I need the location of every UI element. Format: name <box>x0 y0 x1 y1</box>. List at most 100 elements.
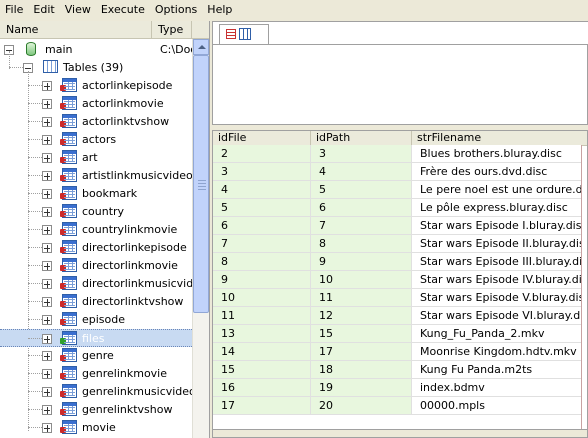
menu-help[interactable]: Help <box>202 0 237 19</box>
expand-icon[interactable] <box>42 369 52 379</box>
cell-idfile[interactable]: 11 <box>213 307 311 325</box>
expand-icon[interactable] <box>42 297 52 307</box>
cell-idpath[interactable]: 10 <box>311 271 412 289</box>
tree-node-table-genrelinkmusicvideo[interactable]: genrelinkmusicvideo <box>0 383 192 401</box>
tree-node-table-directorlinkmovie[interactable]: directorlinkmovie <box>0 257 192 275</box>
cell-strfilename[interactable]: index.bdmv <box>412 379 581 397</box>
column-header-strfilename[interactable]: strFilename <box>412 131 587 145</box>
tree-node-table-actorlinktvshow[interactable]: actorlinktvshow <box>0 113 192 131</box>
cell-strfilename[interactable]: Moonrise Kingdom.hdtv.mkv <box>412 343 581 361</box>
cell-strfilename[interactable]: Star wars Episode II.bluray.disc <box>412 235 581 253</box>
expand-icon[interactable] <box>42 189 52 199</box>
cell-idpath[interactable]: 3 <box>311 145 412 163</box>
cell-idpath[interactable]: 9 <box>311 253 412 271</box>
menu-file[interactable]: File <box>0 0 28 19</box>
cell-strfilename[interactable]: Star wars Episode VI.bluray.disc <box>412 307 581 325</box>
cell-idfile[interactable]: 3 <box>213 163 311 181</box>
cell-idfile[interactable]: 7 <box>213 235 311 253</box>
cell-idfile[interactable]: 5 <box>213 199 311 217</box>
cell-idfile[interactable]: 14 <box>213 343 311 361</box>
expand-icon[interactable] <box>42 207 52 217</box>
table-row[interactable]: 9 10 Star wars Episode IV.bluray.disc <box>213 271 587 289</box>
expand-icon[interactable] <box>42 117 52 127</box>
cell-strfilename[interactable]: Kung_Fu_Panda_2.mkv <box>412 325 581 343</box>
cell-idpath[interactable]: 12 <box>311 307 412 325</box>
tree-node-table-art[interactable]: art <box>0 149 192 167</box>
cell-idfile[interactable]: 15 <box>213 361 311 379</box>
expand-icon[interactable] <box>42 334 52 344</box>
table-row[interactable]: 8 9 Star wars Episode III.bluray.disc <box>213 253 587 271</box>
menu-view[interactable]: View <box>60 0 96 19</box>
tree-node-table-episode[interactable]: episode <box>0 311 192 329</box>
cell-idfile[interactable]: 16 <box>213 379 311 397</box>
cell-strfilename[interactable]: 00000.mpls <box>412 397 581 415</box>
cell-idfile[interactable]: 13 <box>213 325 311 343</box>
cell-idpath[interactable]: 20 <box>311 397 412 415</box>
tree-node-database[interactable]: main C:\Doc <box>0 41 192 59</box>
table-row[interactable]: 15 18 Kung Fu Panda.m2ts <box>213 361 587 379</box>
tree-node-table-actors[interactable]: actors <box>0 131 192 149</box>
menu-options[interactable]: Options <box>150 0 202 19</box>
table-row[interactable]: 6 7 Star wars Episode I.bluray.disc <box>213 217 587 235</box>
tree-node-table-directorlinkepisode[interactable]: directorlinkepisode <box>0 239 192 257</box>
table-row[interactable]: 2 3 Blues brothers.bluray.disc <box>213 145 587 163</box>
column-header-idfile[interactable]: idFile <box>213 131 311 145</box>
cell-idpath[interactable]: 15 <box>311 325 412 343</box>
horizontal-scrollbar[interactable] <box>213 429 587 437</box>
expand-icon[interactable] <box>42 351 52 361</box>
expand-icon[interactable] <box>42 135 52 145</box>
tree-node-table-directorlinkmusicvideo[interactable]: directorlinkmusicvideo <box>0 275 192 293</box>
table-row[interactable]: 10 11 Star wars Episode V.bluray.disc <box>213 289 587 307</box>
cell-idpath[interactable]: 5 <box>311 181 412 199</box>
table-row[interactable]: 5 6 Le pôle express.bluray.disc <box>213 199 587 217</box>
tree-node-table-genre[interactable]: genre <box>0 347 192 365</box>
tree-node-table-actorlinkepisode[interactable]: actorlinkepisode <box>0 77 192 95</box>
tree-node-table-countrylinkmovie[interactable]: countrylinkmovie <box>0 221 192 239</box>
column-header-idpath[interactable]: idPath <box>311 131 412 145</box>
expand-icon[interactable] <box>42 153 52 163</box>
cell-idpath[interactable]: 4 <box>311 163 412 181</box>
cell-strfilename[interactable]: Star wars Episode III.bluray.disc <box>412 253 581 271</box>
tree-node-table-artistlinkmusicvideo[interactable]: artistlinkmusicvideo <box>0 167 192 185</box>
expand-icon[interactable] <box>42 171 52 181</box>
table-row[interactable]: 7 8 Star wars Episode II.bluray.disc <box>213 235 587 253</box>
tree-scrollbar[interactable] <box>192 39 209 438</box>
expand-icon[interactable] <box>42 315 52 325</box>
scroll-up-button[interactable] <box>193 39 209 55</box>
tree-node-table-files[interactable]: files <box>0 329 192 347</box>
cell-strfilename[interactable]: Le pere noel est une ordure.d... <box>412 181 581 199</box>
cell-idpath[interactable]: 8 <box>311 235 412 253</box>
expand-icon[interactable] <box>42 225 52 235</box>
cell-idfile[interactable]: 4 <box>213 181 311 199</box>
expand-icon[interactable] <box>42 99 52 109</box>
tree-node-table-bookmark[interactable]: bookmark <box>0 185 192 203</box>
tree-column-type[interactable]: Type <box>152 21 192 38</box>
tree-node-table-genrelinktvshow[interactable]: genrelinktvshow <box>0 401 192 419</box>
cell-idpath[interactable]: 6 <box>311 199 412 217</box>
cell-idpath[interactable]: 17 <box>311 343 412 361</box>
menu-execute[interactable]: Execute <box>96 0 150 19</box>
tree-column-name[interactable]: Name <box>0 21 152 38</box>
tree-node-table-country[interactable]: country <box>0 203 192 221</box>
cell-idfile[interactable]: 8 <box>213 253 311 271</box>
cell-strfilename[interactable]: Star wars Episode IV.bluray.disc <box>412 271 581 289</box>
table-row[interactable]: 16 19 index.bdmv <box>213 379 587 397</box>
cell-strfilename[interactable]: Star wars Episode I.bluray.disc <box>412 217 581 235</box>
expand-icon[interactable] <box>42 261 52 271</box>
cell-idfile[interactable]: 9 <box>213 271 311 289</box>
tree-node-table-directorlinktvshow[interactable]: directorlinktvshow <box>0 293 192 311</box>
cell-idfile[interactable]: 6 <box>213 217 311 235</box>
cell-strfilename[interactable]: Star wars Episode V.bluray.disc <box>412 289 581 307</box>
cell-idfile[interactable]: 10 <box>213 289 311 307</box>
tree-node-table-genrelinkmovie[interactable]: genrelinkmovie <box>0 365 192 383</box>
cell-idpath[interactable]: 18 <box>311 361 412 379</box>
tree-node-table-movie[interactable]: movie <box>0 419 192 437</box>
cell-strfilename[interactable]: Blues brothers.bluray.disc <box>412 145 581 163</box>
tab-grid-view[interactable] <box>219 24 269 44</box>
cell-idpath[interactable]: 19 <box>311 379 412 397</box>
expand-icon[interactable] <box>42 279 52 289</box>
cell-strfilename[interactable]: Frère des ours.dvd.disc <box>412 163 581 181</box>
cell-idfile[interactable]: 2 <box>213 145 311 163</box>
expand-icon[interactable] <box>42 243 52 253</box>
scroll-thumb[interactable] <box>193 55 209 313</box>
